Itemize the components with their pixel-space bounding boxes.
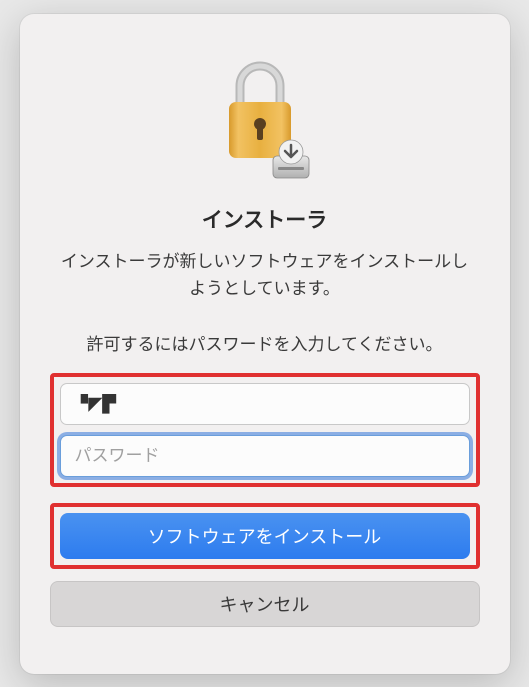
auth-dialog: インストーラ インストーラが新しいソフトウェアをインストールしようとしています。… [20, 14, 510, 674]
credentials-highlight [50, 373, 480, 487]
password-input[interactable] [60, 435, 470, 477]
install-button-highlight: ソフトウェアをインストール [50, 503, 480, 569]
dialog-subtitle: インストーラが新しいソフトウェアをインストールしようとしています。 [50, 248, 480, 302]
dialog-title: インストーラ [202, 204, 328, 234]
cancel-button[interactable]: キャンセル [50, 581, 480, 627]
dialog-instruction: 許可するにはパスワードを入力してください。 [50, 330, 480, 355]
username-input[interactable] [60, 383, 470, 425]
lock-installer-icon [215, 54, 315, 184]
install-button[interactable]: ソフトウェアをインストール [60, 513, 470, 559]
